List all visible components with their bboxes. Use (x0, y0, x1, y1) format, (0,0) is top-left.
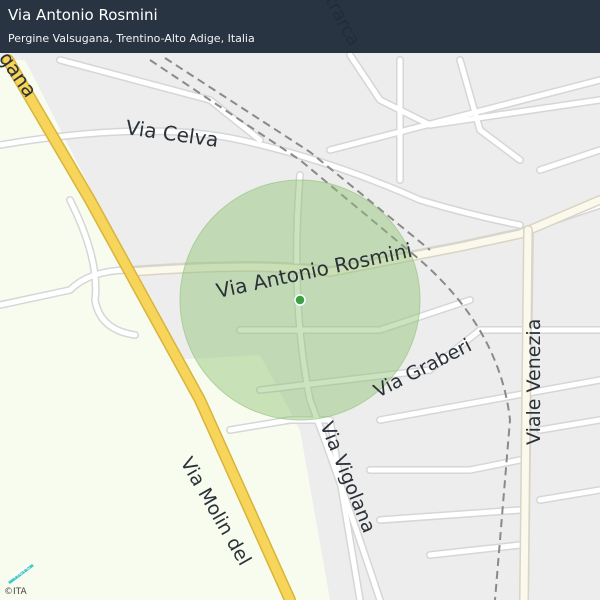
location-header: Via Antonio Rosmini Pergine Valsugana, T… (0, 0, 600, 53)
location-subtitle: Pergine Valsugana, Trentino-Alto Adige, … (8, 32, 255, 45)
street-label-viale-venezia: Viale Venezia (523, 319, 545, 445)
location-title: Via Antonio Rosmini (8, 6, 158, 24)
here-logo: here (6, 561, 36, 584)
svg-text:here: here (10, 562, 33, 582)
map-canvas[interactable]: Via Celva Via Antonio Rosmini Via Graber… (0, 0, 600, 600)
copyright-text: ©ITA (4, 587, 27, 597)
location-marker[interactable] (294, 294, 306, 306)
